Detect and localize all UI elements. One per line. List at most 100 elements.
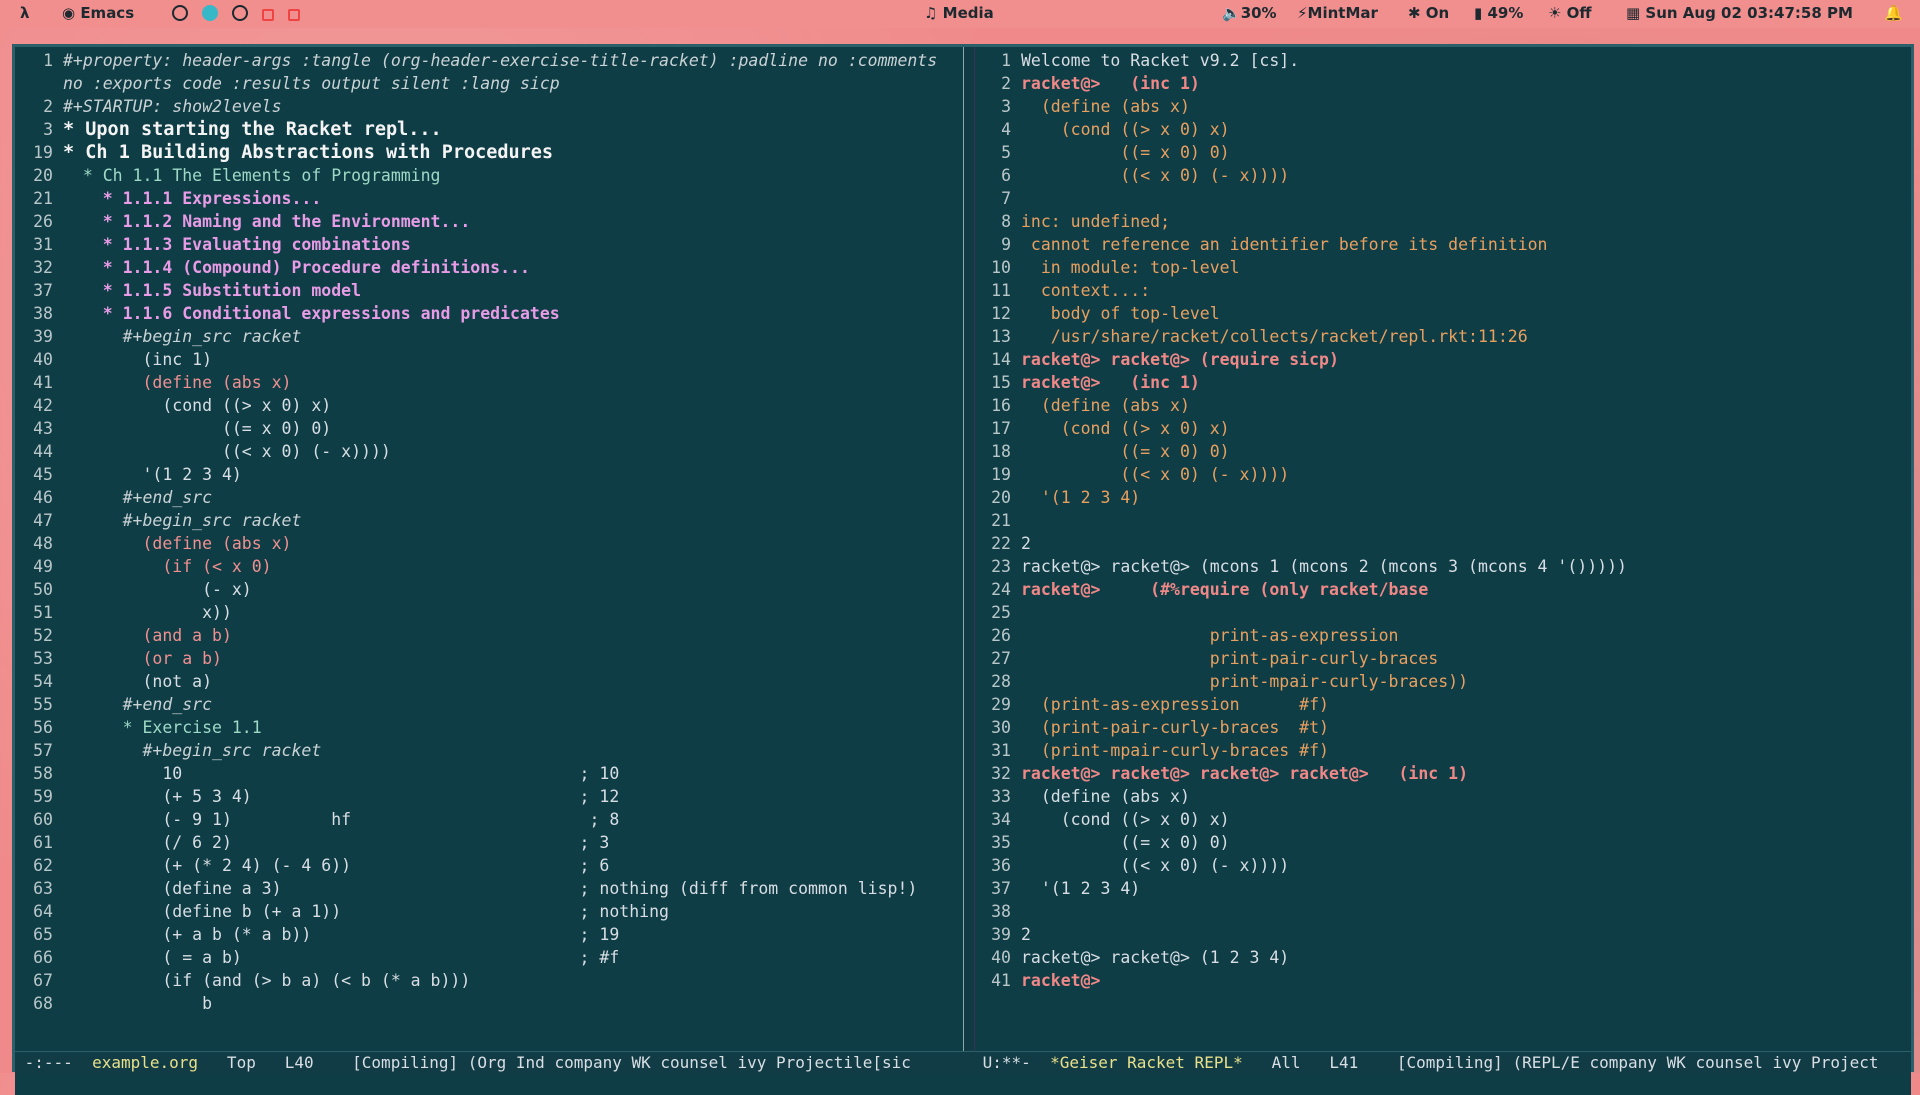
buffer-line[interactable]: 12 body of top-level [973, 302, 1911, 325]
buffer-line[interactable]: 61 (/ 6 2) ; 3 [15, 831, 963, 854]
buffer-line[interactable]: 2 #+STARTUP: show2levels [15, 95, 963, 118]
buffer-line[interactable]: 63 (define a 3) ; nothing (diff from com… [15, 877, 963, 900]
workspace-3[interactable] [232, 5, 248, 21]
buffer-line[interactable]: 32 racket@> racket@> racket@> racket@> (i… [973, 762, 1911, 785]
buffer-line[interactable]: 41 racket@> [973, 969, 1911, 992]
buffer-line[interactable]: 20 * Ch 1.1 The Elements of Programming [15, 164, 963, 187]
workspace-2[interactable] [202, 5, 218, 21]
buffer-line[interactable]: 32 * 1.1.4 (Compound) Procedure definiti… [15, 256, 963, 279]
buffer-line[interactable]: 34 (cond ((> x 0) x) [973, 808, 1911, 831]
buffer-line[interactable]: 59 (+ 5 3 4) ; 12 [15, 785, 963, 808]
buffer-line[interactable]: 56 * Exercise 1.1 [15, 716, 963, 739]
buffer-line[interactable]: 5 ((= x 0) 0) [973, 141, 1911, 164]
buffer-line[interactable]: 6 ((< x 0) (- x)))) [973, 164, 1911, 187]
buffer-line[interactable]: 37 * 1.1.5 Substitution model [15, 279, 963, 302]
buffer-line[interactable]: 53 (or a b) [15, 647, 963, 670]
buffer-line[interactable]: 31 * 1.1.3 Evaluating combinations [15, 233, 963, 256]
buffer-line[interactable]: 38 [973, 900, 1911, 923]
buffer-line[interactable]: 52 (and a b) [15, 624, 963, 647]
buffer-line[interactable]: 24 racket@> (#%require (only racket/base [973, 578, 1911, 601]
buffer-line[interactable]: 25 [973, 601, 1911, 624]
buffer-line[interactable]: 26 print-as-expression [973, 624, 1911, 647]
buffer-line[interactable]: no :exports code :results output silent … [15, 72, 963, 95]
buffer-line[interactable]: 47 #+begin_src racket [15, 509, 963, 532]
buffer-line[interactable]: 21 [973, 509, 1911, 532]
buffer-line[interactable]: 36 ((< x 0) (- x)))) [973, 854, 1911, 877]
emacs-app-label[interactable]: ◉ Emacs [62, 4, 134, 22]
buffer-line[interactable]: 29 (print-as-expression #f) [973, 693, 1911, 716]
buffer-line[interactable]: 46 #+end_src [15, 486, 963, 509]
buffer-line[interactable]: 23 racket@> racket@> (mcons 1 (mcons 2 (m… [973, 555, 1911, 578]
right-modeline[interactable]: U:**- *Geiser Racket REPL* All L41 [Comp… [973, 1051, 1911, 1074]
buffer-line[interactable]: 10 in module: top-level [973, 256, 1911, 279]
workspace-4[interactable] [262, 9, 274, 21]
buffer-line[interactable]: 14 racket@> racket@> (require sicp) [973, 348, 1911, 371]
buffer-line[interactable]: 3 * Upon starting the Racket repl... [15, 118, 963, 141]
buffer-line[interactable]: 1 Welcome to Racket v9.2 [cs]. [973, 49, 1911, 72]
left-modeline[interactable]: -:--- example.org Top L40 [Compiling] (O… [15, 1051, 973, 1074]
buffer-line[interactable]: 27 print-pair-curly-braces [973, 647, 1911, 670]
buffer-line[interactable]: 39 2 [973, 923, 1911, 946]
workspace-1[interactable] [172, 5, 188, 21]
buffer-line[interactable]: 50 (- x) [15, 578, 963, 601]
buffer-line[interactable]: 1 #+property: header-args :tangle (org-he… [15, 49, 963, 72]
buffer-line[interactable]: 37 '(1 2 3 4) [973, 877, 1911, 900]
buffer-line[interactable]: 4 (cond ((> x 0) x) [973, 118, 1911, 141]
buffer-line[interactable]: 7 [973, 187, 1911, 210]
buffer-line[interactable]: 48 (define (abs x) [15, 532, 963, 555]
buffer-line[interactable]: 39 #+begin_src racket [15, 325, 963, 348]
bell-icon[interactable]: 🔔 [1884, 4, 1903, 22]
buffer-line[interactable]: 9 cannot reference an identifier before … [973, 233, 1911, 256]
media-widget[interactable]: ♫ Media [924, 4, 994, 22]
brightness-widget[interactable]: ☀ Off [1548, 4, 1592, 22]
buffer-line[interactable]: 11 context...: [973, 279, 1911, 302]
volume-widget[interactable]: 🔈30% [1222, 4, 1277, 22]
buffer-line[interactable]: 13 /usr/share/racket/collects/racket/rep… [973, 325, 1911, 348]
buffer-line[interactable]: 28 print-mpair-curly-braces)) [973, 670, 1911, 693]
buffer-line[interactable]: 62 (+ (* 2 4) (- 4 6)) ; 6 [15, 854, 963, 877]
buffer-line[interactable]: 26 * 1.1.2 Naming and the Environment... [15, 210, 963, 233]
buffer-line[interactable]: 65 (+ a b (* a b)) ; 19 [15, 923, 963, 946]
buffer-line[interactable]: 19 * Ch 1 Building Abstractions with Proc… [15, 141, 963, 164]
lambda-icon[interactable]: λ [20, 4, 30, 22]
buffer-line[interactable]: 17 (cond ((> x 0) x) [973, 417, 1911, 440]
buffer-line[interactable]: 67 (if (and (> b a) (< b (* a b))) [15, 969, 963, 992]
buffer-line[interactable]: 22 2 [973, 532, 1911, 555]
org-buffer-pane[interactable]: 1 #+property: header-args :tangle (org-he… [15, 47, 963, 1051]
buffer-line[interactable]: 2 racket@> (inc 1) [973, 72, 1911, 95]
buffer-line[interactable]: 58 10 ; 10 [15, 762, 963, 785]
buffer-line[interactable]: 66 ( = a b) ; #f [15, 946, 963, 969]
buffer-line[interactable]: 16 (define (abs x) [973, 394, 1911, 417]
buffer-line[interactable]: 57 #+begin_src racket [15, 739, 963, 762]
buffer-line[interactable]: 68 b [15, 992, 963, 1015]
buffer-line[interactable]: 15 racket@> (inc 1) [973, 371, 1911, 394]
clock-widget[interactable]: ▦ Sun Aug 02 03:47:58 PM [1626, 4, 1853, 22]
buffer-line[interactable]: 35 ((= x 0) 0) [973, 831, 1911, 854]
buffer-line[interactable]: 41 (define (abs x) [15, 371, 963, 394]
buffer-line[interactable]: 49 (if (< x 0) [15, 555, 963, 578]
bluetooth-widget[interactable]: ✱ On [1408, 4, 1449, 22]
buffer-line[interactable]: 21 * 1.1.1 Expressions... [15, 187, 963, 210]
buffer-line[interactable]: 33 (define (abs x) [973, 785, 1911, 808]
buffer-line[interactable]: 38 * 1.1.6 Conditional expressions and p… [15, 302, 963, 325]
buffer-line[interactable]: 31 (print-mpair-curly-braces #f) [973, 739, 1911, 762]
buffer-line[interactable]: 45 '(1 2 3 4) [15, 463, 963, 486]
buffer-line[interactable]: 40 racket@> racket@> (1 2 3 4) [973, 946, 1911, 969]
buffer-line[interactable]: 42 (cond ((> x 0) x) [15, 394, 963, 417]
buffer-line[interactable]: 3 (define (abs x) [973, 95, 1911, 118]
buffer-line[interactable]: 8 inc: undefined; [973, 210, 1911, 233]
repl-buffer-pane[interactable]: 1 Welcome to Racket v9.2 [cs]. 2 racket@> (… [973, 47, 1911, 1051]
workspace-5[interactable] [288, 9, 300, 21]
buffer-line[interactable]: 54 (not a) [15, 670, 963, 693]
buffer-line[interactable]: 64 (define b (+ a 1)) ; nothing [15, 900, 963, 923]
buffer-line[interactable]: 40 (inc 1) [15, 348, 963, 371]
buffer-line[interactable]: 55 #+end_src [15, 693, 963, 716]
buffer-line[interactable]: 43 ((= x 0) 0) [15, 417, 963, 440]
buffer-line[interactable]: 60 (- 9 1) hf ; 8 [15, 808, 963, 831]
buffer-line[interactable]: 19 ((< x 0) (- x)))) [973, 463, 1911, 486]
buffer-line[interactable]: 30 (print-pair-curly-braces #t) [973, 716, 1911, 739]
buffer-line[interactable]: 20 '(1 2 3 4) [973, 486, 1911, 509]
buffer-line[interactable]: 51 x)) [15, 601, 963, 624]
buffer-line[interactable]: 44 ((< x 0) (- x)))) [15, 440, 963, 463]
minibuffer[interactable] [15, 1073, 1911, 1095]
